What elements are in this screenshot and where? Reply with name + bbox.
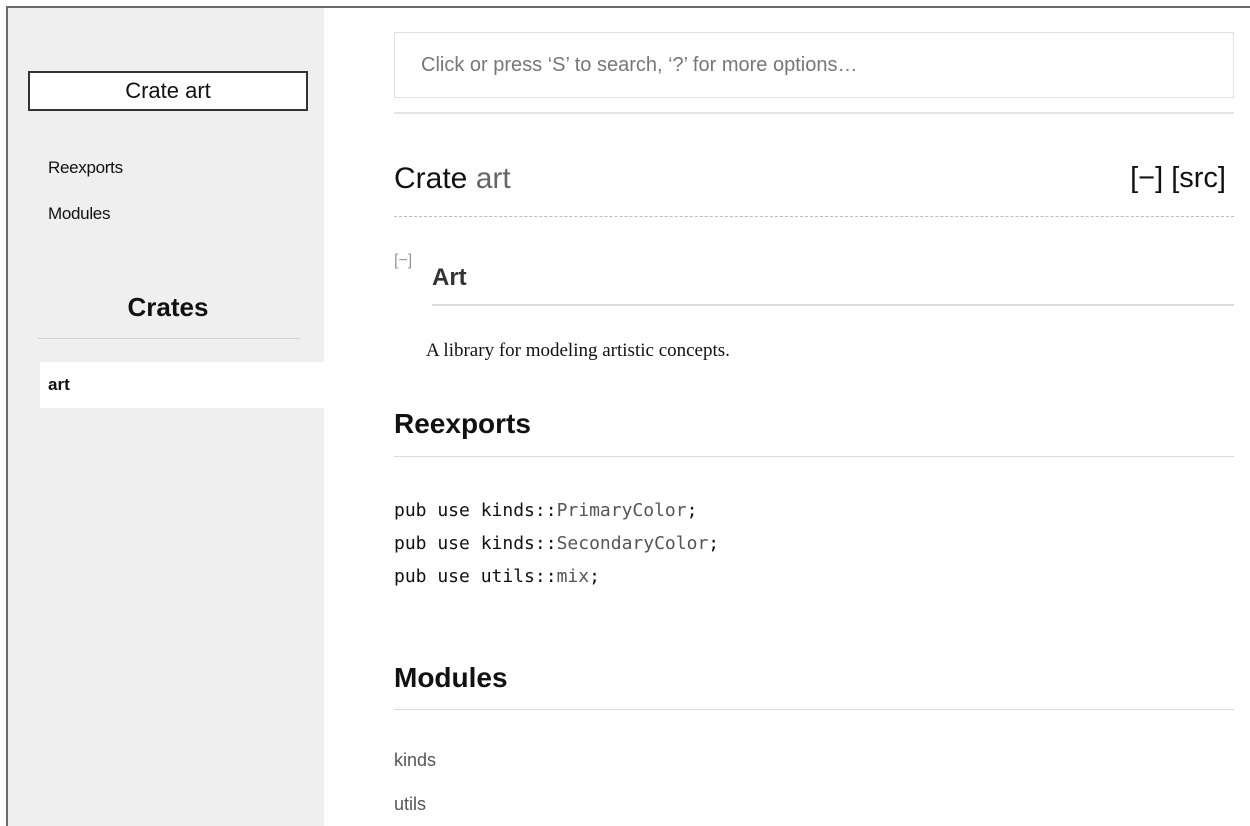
reexport-suffix: ;: [589, 566, 600, 587]
reexport-prefix: pub use utils::: [394, 566, 557, 587]
sidebar-link-modules[interactable]: Modules: [48, 204, 110, 224]
reexport-item-link[interactable]: SecondaryColor: [557, 533, 709, 554]
reexport-prefix: pub use kinds::: [394, 500, 557, 521]
reexport-line: pub use kinds::SecondaryColor;: [394, 527, 719, 560]
modules-heading[interactable]: Modules: [394, 662, 508, 694]
browser-frame: Crate art Reexports Modules Crates art C…: [6, 6, 1250, 826]
page-title-crate-name: art: [475, 162, 511, 195]
sidebar-link-reexports[interactable]: Reexports: [48, 158, 123, 178]
reexport-line: pub use utils::mix;: [394, 560, 719, 593]
title-tools: [−] [src]: [1130, 162, 1226, 195]
doc-collapse-toggle[interactable]: [−]: [394, 252, 412, 270]
page-title-prefix: Crate: [394, 162, 476, 195]
crate-list-item-art[interactable]: art: [40, 362, 324, 408]
module-link-utils[interactable]: utils: [394, 794, 426, 815]
search-divider: [394, 112, 1234, 114]
title-divider: [394, 216, 1234, 217]
reexports-code: pub use kinds::PrimaryColor; pub use kin…: [394, 494, 719, 593]
reexport-item-link[interactable]: mix: [557, 566, 590, 587]
reexport-suffix: ;: [686, 500, 698, 521]
src-link[interactable]: [src]: [1171, 162, 1226, 194]
crate-name-box[interactable]: Crate art: [28, 71, 308, 111]
crates-heading: Crates: [127, 292, 209, 322]
reexport-suffix: ;: [708, 533, 720, 554]
search-input[interactable]: [394, 32, 1234, 98]
page-title: Crate art: [394, 162, 511, 196]
reexport-prefix: pub use kinds::: [394, 533, 557, 554]
module-link-kinds[interactable]: kinds: [394, 750, 436, 771]
reexport-item-link[interactable]: PrimaryColor: [557, 500, 687, 521]
modules-divider: [394, 709, 1234, 710]
reexport-line: pub use kinds::PrimaryColor;: [394, 494, 719, 527]
collapse-all-button[interactable]: [−]: [1130, 162, 1163, 194]
crates-divider: [38, 338, 300, 339]
reexports-heading[interactable]: Reexports: [394, 408, 531, 440]
sidebar: Crate art Reexports Modules Crates art: [8, 8, 324, 826]
doc-heading-divider: [432, 304, 1234, 306]
reexports-divider: [394, 456, 1234, 457]
doc-heading: Art: [432, 264, 467, 291]
doc-description: A library for modeling artistic concepts…: [426, 340, 730, 361]
